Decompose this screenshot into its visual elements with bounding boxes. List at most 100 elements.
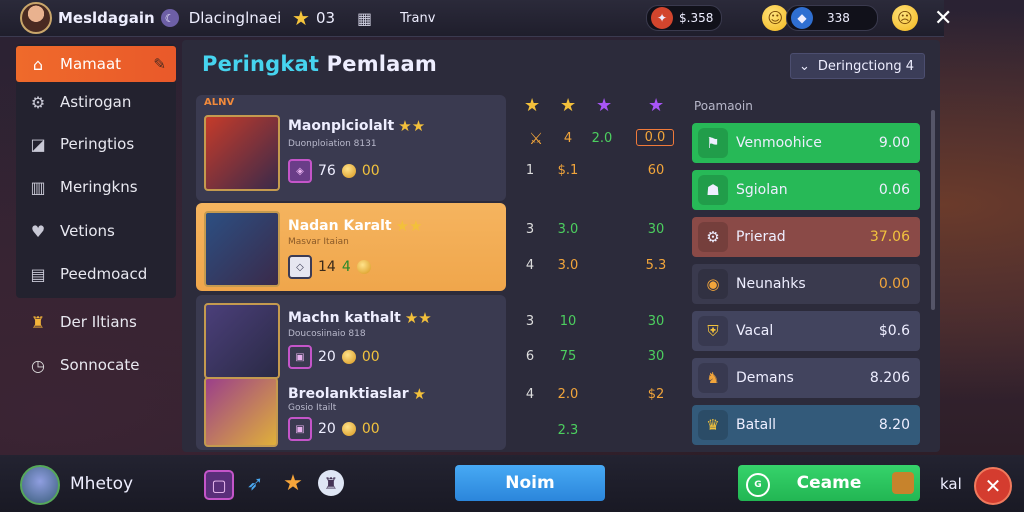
inventory-icon[interactable]: ▢ [204, 470, 234, 500]
player-level: 76 [318, 163, 336, 179]
top-extra[interactable]: ▦ Tranv [357, 0, 435, 36]
badge-icon: ◈ [288, 159, 312, 183]
castle-icon[interactable]: ♜ [318, 470, 344, 496]
top-stars[interactable]: ★ 03 [292, 0, 335, 36]
sidebar-item-label: Peedmoacd [60, 265, 148, 283]
player-name-row[interactable]: Breolanktiaslar ★ [288, 385, 426, 403]
sidebar-item-label: Mamaat [60, 55, 122, 73]
reward-row[interactable]: ♛ Batall 8.20 [692, 405, 920, 445]
sidebar-item-rankings[interactable]: ◪ Peringtios [16, 126, 176, 162]
gift-icon: ▣ [288, 345, 312, 369]
currency-pill-2[interactable]: ◆ 338 [786, 5, 878, 31]
page-title-part2: Pemlaam [326, 52, 438, 76]
smile-icon: ☺ [762, 5, 789, 31]
player-coins: 00 [361, 421, 380, 437]
stat-cell: 30 [647, 349, 665, 364]
stat-cell: 3 [525, 314, 535, 329]
cauldron-icon: ◉ [698, 269, 728, 299]
chevron-down-icon: ⌄ [799, 58, 810, 74]
feather-icon[interactable]: ➶ [242, 470, 268, 496]
create-button[interactable]: G Ceame [738, 465, 920, 501]
reward-row[interactable]: ♞ Demans 8.206 [692, 358, 920, 398]
stat-cell: 2.0 [591, 131, 613, 146]
stat-cell: 0.0 [636, 129, 674, 146]
reward-row[interactable]: ⚙ Prierad 37.06 [692, 217, 920, 257]
top-user[interactable]: Mesldagain ☾ Dlacinglnaei [20, 0, 281, 36]
coin-icon [341, 350, 356, 364]
player-subtitle: Duonploiation 8131 [288, 139, 377, 149]
player-name-row[interactable]: Machn kathalt ★★ [288, 309, 432, 327]
player-card-1[interactable]: ALNV Maonplciolalt ★★ Duonploiation 8131… [196, 95, 506, 201]
stat-cell: 75 [559, 349, 577, 364]
player-stats: ▣ 20 00 [288, 345, 380, 369]
currency-pill-1[interactable]: ✦ $.358 [646, 5, 723, 31]
sidebar-item-label: Vetions [60, 222, 115, 240]
leaderboard: ALNV Maonplciolalt ★★ Duonploiation 8131… [196, 95, 506, 450]
stat-cell: 4 [525, 258, 535, 273]
reward-name: Batall [736, 417, 777, 433]
player-coins: 00 [361, 349, 380, 365]
sidebar-item-members[interactable]: ▥ Meringkns [16, 169, 176, 205]
sidebar-item-home[interactable]: ⌂ Mamaat ✎ [16, 46, 176, 82]
star-icon[interactable]: ★ [280, 470, 306, 496]
reward-name: Prierad [736, 229, 786, 245]
stat-cell: $2 [647, 387, 665, 402]
player-portrait [204, 115, 280, 191]
stat-cell: 30 [647, 314, 665, 329]
player-coins: 00 [361, 163, 380, 179]
player-subtitle: Gosio Itailt [288, 403, 337, 413]
star-icon: ★★ [398, 117, 426, 135]
sidebar-item-favorites[interactable]: ♥ Vetions [16, 213, 176, 249]
sidebar-item-settings[interactable]: ⚙ Astirogan [16, 84, 176, 120]
star-icon: ★★ [395, 217, 423, 235]
bottom-avatar[interactable] [20, 465, 60, 505]
create-button-label: Ceame [796, 473, 862, 493]
star-icon: ★ [292, 6, 310, 30]
coin-icon [341, 164, 356, 178]
currency-2-value: 338 [827, 11, 850, 25]
reward-row[interactable]: ☗ Sgiolan 0.06 [692, 170, 920, 210]
stats-columns: ★ ★ ★ ★ ⚔ 4 2.0 0.0 1 $.1 60 3 3.0 30 4 … [510, 95, 680, 450]
sidebar-item-clan[interactable]: ♜ Der Iltians [16, 304, 137, 340]
currency-group-2[interactable]: ◆ 338 ☹ ✕ [786, 0, 952, 36]
player-level: 20 [318, 421, 336, 437]
currency-group-1[interactable]: ✦ $.358 ☺ [646, 0, 789, 36]
hero-icon: ☗ [698, 175, 728, 205]
sidebar-item-shop[interactable]: ▤ Peedmoacd [16, 256, 176, 292]
now-button[interactable]: Noim [455, 465, 605, 501]
stat-cell: $.1 [557, 163, 579, 178]
scrollbar[interactable] [931, 110, 935, 310]
knight-icon: ♞ [698, 363, 728, 393]
trophy-icon: ♛ [698, 410, 728, 440]
stat-cell: 1 [525, 163, 535, 178]
heart-icon: ♥ [30, 221, 46, 241]
warrior-icon: ⚑ [698, 128, 728, 158]
sidebar: ⌂ Mamaat ✎ ⚙ Astirogan ◪ Peringtios ▥ Me… [16, 44, 176, 298]
crown-icon: ♜ [30, 312, 46, 332]
reward-value: $0.6 [878, 323, 910, 339]
close-button[interactable]: ✕ [974, 467, 1012, 505]
player-portrait [204, 303, 280, 379]
bag-icon: ▤ [30, 264, 46, 284]
sidebar-item-timer[interactable]: ◷ Sonnocate [16, 347, 139, 383]
user-avatar[interactable] [20, 2, 52, 34]
stars-count: 03 [315, 9, 336, 27]
stat-cell: 4 [525, 387, 535, 402]
reward-value: 0.00 [878, 276, 910, 292]
sort-dropdown[interactable]: ⌄ Deringctiong 4 [790, 53, 925, 79]
star-icon: ★ [524, 95, 541, 116]
player-portrait [204, 377, 278, 447]
star-icon: ★ [412, 385, 427, 403]
reward-row[interactable]: ⛨ Vacal $0.6 [692, 311, 920, 351]
fire-icon: ✦ [651, 7, 673, 29]
close-icon[interactable]: ✕ [934, 6, 952, 31]
shield-icon: ⛨ [698, 316, 728, 346]
stat-cell: 2.3 [557, 423, 579, 438]
stat-cell: 60 [647, 163, 665, 178]
player-card-2[interactable]: Nadan Karalt ★★ Masvar Itaian ◇ 14 4 [196, 203, 506, 291]
stat-cell: 2.0 [557, 387, 579, 402]
reward-row[interactable]: ⚑ Venmoohice 9.00 [692, 123, 920, 163]
top-user-title: Dlacinglnaei [188, 9, 282, 27]
player-subtitle: Doucosiinaio 818 [288, 329, 366, 339]
reward-row[interactable]: ◉ Neunahks 0.00 [692, 264, 920, 304]
